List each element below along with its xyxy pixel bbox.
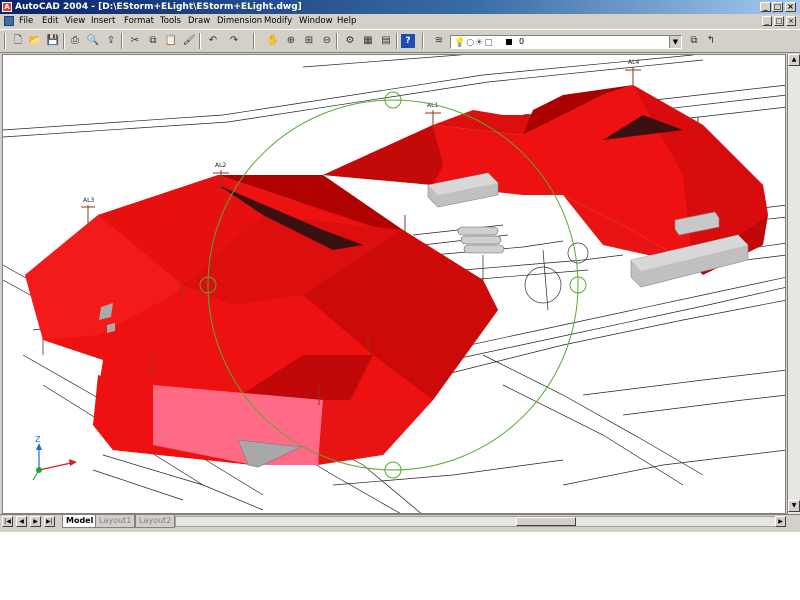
toolbar-grip (422, 33, 424, 49)
menu-view[interactable]: View (65, 14, 85, 28)
toolbar-separator (121, 33, 123, 49)
plot-preview-icon[interactable]: 🔍 (86, 34, 100, 48)
menu-file[interactable]: File (19, 14, 33, 28)
open-file-icon[interactable]: 📂 (28, 34, 42, 48)
menu-tools[interactable]: Tools (160, 14, 181, 28)
menu-edit[interactable]: Edit (42, 14, 58, 28)
window-title: AutoCAD 2004 - [D:\EStorm+ELight\EStorm+… (15, 2, 302, 12)
ucs-z-label: Z (35, 435, 41, 444)
new-file-icon[interactable]: 🗋 (11, 34, 25, 48)
menu-help[interactable]: Help (337, 14, 356, 28)
ucs-icon: Z (32, 435, 77, 481)
toolbar-separator (253, 33, 255, 49)
menu-bar: File Edit View Insert Format Tools Draw … (0, 14, 800, 28)
zoom-window-icon[interactable]: ⊞ (302, 34, 316, 48)
last-tab-icon[interactable]: ▶| (44, 516, 55, 527)
current-layer-name: 0 (519, 37, 525, 46)
vertical-scrollbar[interactable]: ▲ ▼ (787, 54, 800, 514)
paste-icon[interactable]: 📋 (164, 34, 178, 48)
layer-dropdown[interactable]: 💡○☀▢ 0 ▼ (450, 35, 682, 49)
scroll-up-arrow-icon[interactable]: ▲ (788, 54, 800, 66)
first-tab-icon[interactable]: |◀ (2, 516, 13, 527)
menu-window[interactable]: Window (299, 14, 333, 28)
menu-modify[interactable]: Modify (264, 14, 292, 28)
help-icon[interactable]: ? (401, 34, 415, 48)
light-label: AL2 (215, 162, 226, 169)
layers-manager-icon[interactable]: ≋ (432, 34, 446, 48)
horizontal-scrollbar[interactable] (175, 516, 785, 527)
layer-state-icons: 💡○☀▢ (454, 38, 494, 48)
standard-toolbar: 🗋 📂 💾 ⎙ 🔍 ⇪ ✂ ⧉ 📋 🖌 ↶ ↷ ✋ ⊕ ⊞ ⊖ ⚙ ▦ ▤ ? … (0, 29, 800, 53)
tool-palettes-icon[interactable]: ▤ (379, 34, 393, 48)
menu-format[interactable]: Format (124, 14, 154, 28)
toolbar-separator (336, 33, 338, 49)
tab-layout2[interactable]: Layout2 (135, 515, 176, 528)
redo-icon[interactable]: ↷ (227, 34, 241, 48)
autocad-app-icon[interactable]: A (2, 2, 12, 12)
design-center-icon[interactable]: ▦ (361, 34, 375, 48)
light-label: AL4 (628, 59, 639, 66)
close-button[interactable]: × (785, 2, 796, 12)
zoom-previous-icon[interactable]: ⊖ (320, 34, 334, 48)
next-tab-icon[interactable]: ▶ (30, 516, 41, 527)
print-icon[interactable]: ⎙ (68, 34, 82, 48)
tab-layout1[interactable]: Layout1 (95, 515, 136, 528)
match-properties-icon[interactable]: 🖌 (182, 34, 196, 48)
toolbar-separator (199, 33, 201, 49)
previous-tab-icon[interactable]: ◀ (16, 516, 27, 527)
layer-previous-icon[interactable]: ↰ (704, 34, 718, 48)
copy-icon[interactable]: ⧉ (146, 34, 160, 48)
toolbar-grip (4, 33, 6, 49)
menu-dimension[interactable]: Dimension (217, 14, 262, 28)
horizontal-scroll-thumb[interactable] (516, 517, 576, 526)
save-icon[interactable]: 💾 (46, 34, 60, 48)
layer-color-swatch (506, 39, 512, 45)
toolbar-separator (63, 33, 65, 49)
properties-icon[interactable]: ⚙ (343, 34, 357, 48)
tab-model[interactable]: Model (62, 515, 98, 528)
doc-minimize-button[interactable]: _ (762, 16, 772, 26)
pan-realtime-icon[interactable]: ✋ (266, 34, 280, 48)
menu-draw[interactable]: Draw (188, 14, 210, 28)
drawing-area[interactable]: AL3 AL2 AL1 AL4 Z (2, 54, 786, 514)
document-icon[interactable] (4, 16, 14, 26)
autocad-window: A AutoCAD 2004 - [D:\EStorm+ELight\EStor… (0, 0, 800, 532)
model-space-canvas[interactable]: AL3 AL2 AL1 AL4 Z (3, 55, 786, 514)
scroll-right-arrow-icon[interactable]: ▶ (775, 516, 786, 527)
cut-icon[interactable]: ✂ (128, 34, 142, 48)
publish-icon[interactable]: ⇪ (104, 34, 118, 48)
chevron-down-icon[interactable]: ▼ (669, 36, 681, 48)
undo-icon[interactable]: ↶ (206, 34, 220, 48)
menu-insert[interactable]: Insert (91, 14, 115, 28)
doc-restore-button[interactable]: □ (774, 16, 784, 26)
light-label: AL3 (83, 197, 94, 204)
layout-tab-bar: |◀ ◀ ▶ ▶| Model Layout1 Layout2 ▶ (0, 514, 800, 528)
maximize-button[interactable]: □ (772, 2, 783, 12)
toolbar-separator (396, 33, 398, 49)
make-object-layer-current-icon[interactable]: ⧉ (687, 34, 701, 48)
scroll-down-arrow-icon[interactable]: ▼ (788, 500, 800, 512)
minimize-button[interactable]: _ (760, 2, 771, 12)
title-bar: A AutoCAD 2004 - [D:\EStorm+ELight\EStor… (0, 0, 800, 14)
zoom-realtime-icon[interactable]: ⊕ (284, 34, 298, 48)
doc-close-button[interactable]: × (786, 16, 796, 26)
